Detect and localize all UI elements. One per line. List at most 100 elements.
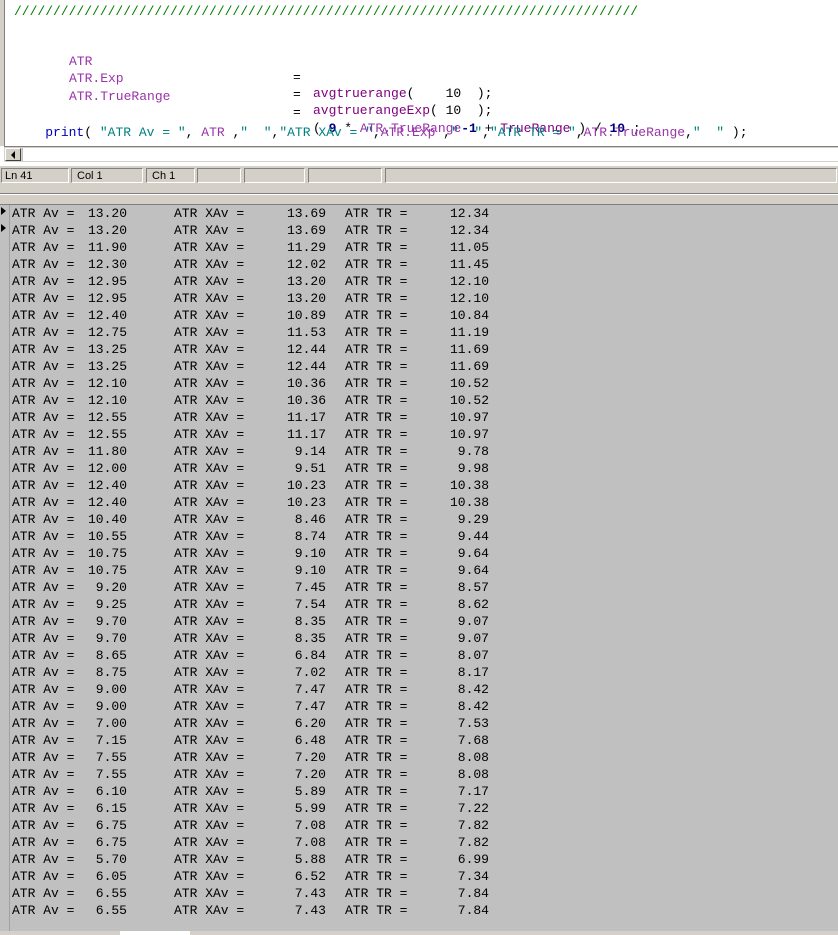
code-editor[interactable]: ////////////////////////////////////////…: [0, 0, 838, 146]
value-atr-tr: 12.34: [449, 206, 489, 221]
value-atr-xav: 12.02: [286, 257, 326, 272]
label-atr-xav: ATR XAv =: [174, 359, 245, 374]
output-horizontal-scrollbar[interactable]: [0, 931, 838, 935]
label-atr-xav: ATR XAv =: [174, 342, 245, 357]
label-atr-av: ATR Av =: [12, 325, 75, 340]
scroll-track[interactable]: [22, 148, 838, 161]
code-line-atr[interactable]: ATR = avgtruerange( 10 );: [14, 38, 492, 101]
label-atr-av: ATR Av =: [12, 716, 75, 731]
pane-splitter[interactable]: [0, 186, 838, 204]
label-atr-av: ATR Av =: [12, 342, 75, 357]
value-atr-xav: 10.23: [286, 495, 326, 510]
label-atr-xav: ATR XAv =: [174, 852, 245, 867]
atr-truerange-identifier: ATR.TrueRange: [69, 89, 171, 104]
scroll-left-button[interactable]: [5, 148, 21, 161]
comma: ,: [372, 125, 381, 140]
value-atr-xav: 9.14: [294, 444, 326, 459]
label-atr-av: ATR Av =: [12, 682, 75, 697]
value-atr-av: 10.40: [87, 512, 127, 527]
comma: ,: [685, 125, 693, 140]
value-atr-av: 6.75: [95, 835, 127, 850]
label-atr-av: ATR Av =: [12, 563, 75, 578]
value-atr-av: 8.65: [95, 648, 127, 663]
label-atr-xav: ATR XAv =: [174, 801, 245, 816]
label-atr-tr: ATR TR =: [345, 750, 408, 765]
label-atr-xav: ATR XAv =: [174, 223, 245, 238]
value-atr-av: 12.55: [87, 427, 127, 442]
value-atr-av: 9.25: [95, 597, 127, 612]
label-atr-av: ATR Av =: [12, 274, 75, 289]
value-atr-av: 9.00: [95, 699, 127, 714]
string-atr-tr: "ATR TR = ": [490, 125, 576, 140]
value-atr-xav: 7.08: [294, 818, 326, 833]
comma: ,: [435, 125, 451, 140]
label-atr-av: ATR Av =: [12, 614, 75, 629]
value-atr-xav: 13.20: [286, 291, 326, 306]
label-atr-xav: ATR XAv =: [174, 478, 245, 493]
label-atr-tr: ATR TR =: [345, 631, 408, 646]
label-atr-av: ATR Av =: [12, 903, 75, 918]
label-atr-xav: ATR XAv =: [174, 835, 245, 850]
editor-horizontal-scrollbar[interactable]: [4, 146, 838, 162]
label-atr-tr: ATR TR =: [345, 444, 408, 459]
label-atr-tr: ATR TR =: [345, 512, 408, 527]
label-atr-xav: ATR XAv =: [174, 376, 245, 391]
status-bar: Ln 41 Col 1 Ch 1: [0, 166, 838, 186]
label-atr-av: ATR Av =: [12, 257, 75, 272]
value-atr-tr: 7.84: [457, 903, 489, 918]
status-panel-empty: [308, 168, 382, 183]
comma: ,: [575, 125, 584, 140]
string-spacer: " ": [450, 125, 483, 140]
output-pane[interactable]: ATR Av = 13.20 ATR XAv = 13.69 ATR TR = 12.34…: [0, 204, 838, 935]
status-panel-empty: [385, 168, 837, 183]
label-atr-xav: ATR XAv =: [174, 869, 245, 884]
value-atr-av: 12.40: [87, 495, 127, 510]
value-atr-xav: 5.88: [294, 852, 326, 867]
var-atr-truerange: ATR.TrueRange: [583, 125, 686, 140]
label-atr-tr: ATR TR =: [345, 784, 408, 799]
comma: ,: [482, 125, 491, 140]
label-atr-xav: ATR XAv =: [174, 648, 245, 663]
value-atr-xav: 10.36: [286, 376, 326, 391]
value-atr-tr: 8.57: [457, 580, 489, 595]
code-line-atr-truerange[interactable]: ATR.TrueRange = ( 9 * ATR.TrueRange-1 + …: [14, 73, 641, 136]
string-spacer: " ": [692, 125, 725, 140]
label-atr-av: ATR Av =: [12, 512, 75, 527]
label-atr-xav: ATR XAv =: [174, 597, 245, 612]
value-atr-xav: 6.84: [294, 648, 326, 663]
value-atr-xav: 7.45: [294, 580, 326, 595]
value-atr-av: 9.20: [95, 580, 127, 595]
value-atr-av: 7.15: [95, 733, 127, 748]
value-atr-tr: 11.19: [449, 325, 489, 340]
label-atr-xav: ATR XAv =: [174, 750, 245, 765]
value-atr-tr: 9.98: [457, 461, 489, 476]
value-atr-tr: 7.17: [457, 784, 489, 799]
code-line-atr-exp[interactable]: ATR.Exp = avgtruerangeExp( 10 );: [14, 55, 492, 118]
label-atr-av: ATR Av =: [12, 597, 75, 612]
value-atr-xav: 8.35: [294, 631, 326, 646]
label-atr-tr: ATR TR =: [345, 614, 408, 629]
value-atr-xav: 9.10: [294, 563, 326, 578]
status-panel-empty: [244, 168, 305, 183]
label-atr-tr: ATR TR =: [345, 376, 408, 391]
scroll-thumb[interactable]: [120, 931, 190, 935]
label-atr-tr: ATR TR =: [345, 393, 408, 408]
label-atr-tr: ATR TR =: [345, 342, 408, 357]
string-atr-av: "ATR Av = ": [99, 125, 186, 140]
value-atr-xav: 10.36: [286, 393, 326, 408]
label-atr-av: ATR Av =: [12, 801, 75, 816]
label-atr-av: ATR Av =: [12, 733, 75, 748]
label-atr-av: ATR Av =: [12, 393, 75, 408]
label-atr-tr: ATR TR =: [345, 869, 408, 884]
value-atr-av: 10.75: [87, 563, 127, 578]
code-line-print[interactable]: print( "ATR Av = ", ATR ," ","ATR XAv = …: [14, 109, 747, 140]
label-atr-tr: ATR TR =: [345, 240, 408, 255]
value-atr-tr: 10.38: [449, 495, 489, 510]
label-atr-xav: ATR XAv =: [174, 614, 245, 629]
label-atr-xav: ATR XAv =: [174, 546, 245, 561]
value-atr-tr: 9.44: [457, 529, 489, 544]
assign-operator: =: [293, 87, 301, 102]
label-atr-xav: ATR XAv =: [174, 410, 245, 425]
label-atr-av: ATR Av =: [12, 478, 75, 493]
comma: ,: [224, 125, 241, 140]
